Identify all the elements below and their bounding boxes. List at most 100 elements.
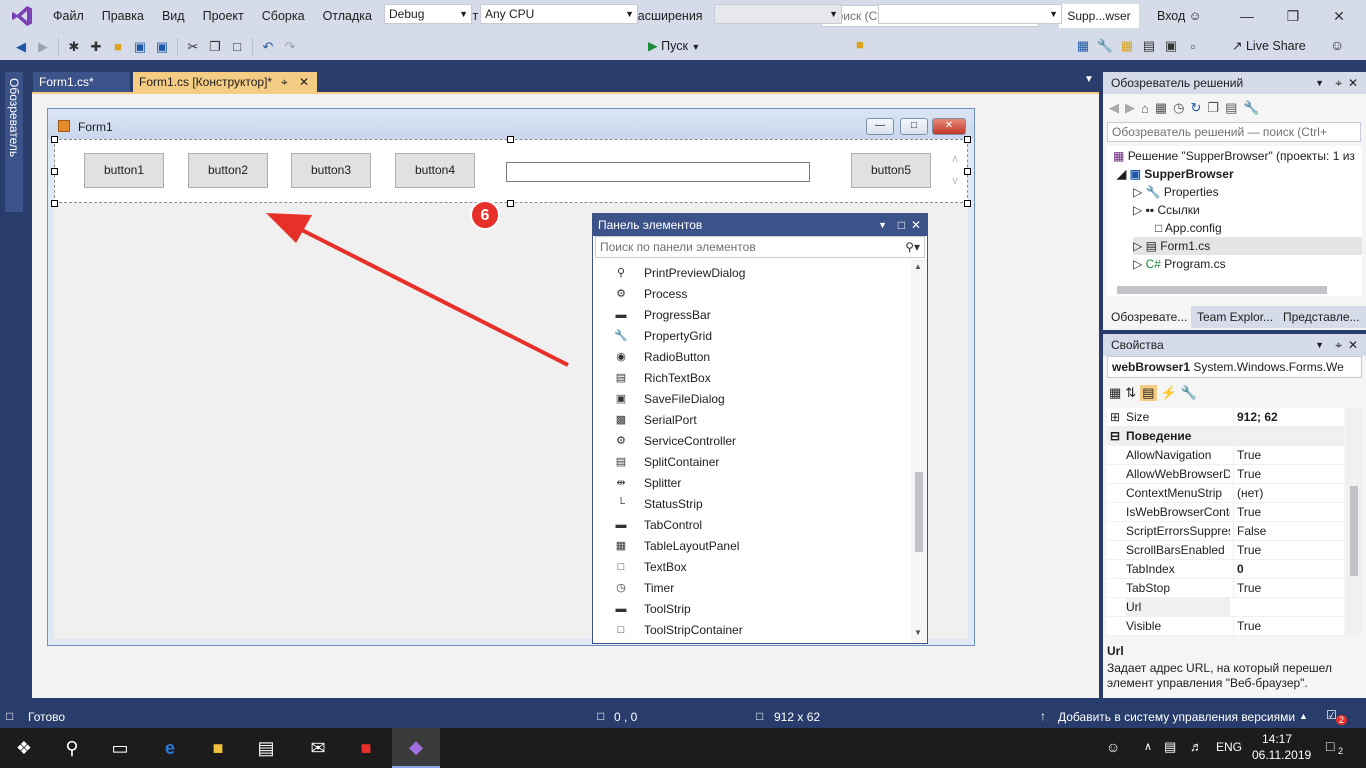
menu-item[interactable]: Проект (194, 0, 253, 32)
property-row[interactable]: ScriptErrorsSuppres False (1107, 522, 1344, 541)
url-textbox[interactable] (506, 162, 810, 182)
close-window-button[interactable]: ✕ (1316, 0, 1362, 32)
properties-view-icon[interactable]: ▤ (1140, 385, 1157, 401)
pin-icon[interactable]: ⌖ (1335, 72, 1342, 94)
close-icon[interactable]: ✕ (911, 214, 921, 236)
button1[interactable]: button1 (84, 153, 164, 188)
properties-wrench-icon[interactable]: 🔧 (1094, 35, 1116, 57)
store-icon[interactable]: ▤ (242, 728, 290, 768)
property-category[interactable]: ⊟ Поведение (1107, 427, 1344, 446)
toolbox-item[interactable]: □ TextBox (593, 556, 911, 577)
resize-handle[interactable] (964, 168, 971, 175)
tree-item-program[interactable]: ▷ C# Program.cs (1133, 255, 1226, 273)
toolbox-item[interactable]: ◉ RadioButton (593, 346, 911, 367)
undo-icon[interactable]: ↶ (257, 36, 279, 58)
refresh-icon[interactable]: ↻ (1191, 100, 1202, 116)
close-icon[interactable]: ✕ (1348, 334, 1358, 356)
tab-list-dropdown-icon[interactable]: ▼ (1084, 74, 1094, 85)
toolbox-item[interactable]: ⇹ Splitter (593, 472, 911, 493)
resize-handle[interactable] (51, 168, 58, 175)
source-control-button[interactable]: Добавить в систему управления версиями (1058, 710, 1295, 724)
tree-item-project[interactable]: ◢ ▣ SupperBrowser (1117, 165, 1234, 183)
arrow-up-icon[interactable]: ↑ (1040, 709, 1046, 723)
server-explorer-tab[interactable]: Обозреватель серверов (0, 72, 23, 212)
close-icon[interactable]: ✕ (1348, 72, 1358, 94)
toolbox-item[interactable]: ⚙ Process (593, 283, 911, 304)
toolbox-scrollbar[interactable]: ▲ ▼ (911, 260, 927, 642)
button5[interactable]: button5 (851, 153, 931, 188)
solution-platform-select[interactable]: Any CPU ▼ (480, 4, 638, 24)
collapse-all-icon[interactable]: ❐ (1207, 100, 1219, 116)
properties-object-select[interactable]: webBrowser1 System.Windows.Forms.We (1107, 356, 1362, 378)
solution-explorer-title-bar[interactable]: Обозреватель решений ▼ ⌖ ✕ (1103, 72, 1366, 94)
pin-icon[interactable]: ⌖ (1335, 334, 1342, 356)
toolbox-item[interactable]: └ StatusStrip (593, 493, 911, 514)
chevron-down-icon[interactable]: ▼ (1315, 72, 1324, 94)
toolbox-title-bar[interactable]: Панель элементов ▼ □ ✕ (593, 214, 927, 236)
chevron-up-icon[interactable]: ▲ (1299, 711, 1308, 721)
paste-icon[interactable]: □ (226, 36, 248, 58)
file-explorer-icon[interactable]: ■ (194, 728, 242, 768)
collapse-icon[interactable]: ⊟ (1110, 427, 1120, 446)
alphabetical-icon[interactable]: ⇅ (1125, 385, 1136, 401)
property-row[interactable]: IsWebBrowserConte True (1107, 503, 1344, 522)
tab-form1-designer[interactable]: Form1.cs [Конструктор]* ⌖ ✕ (133, 72, 317, 92)
input-language[interactable]: ENG (1216, 740, 1242, 754)
minimize-window-button[interactable]: — (1224, 0, 1270, 32)
property-row[interactable]: AllowNavigation True (1107, 446, 1344, 465)
add-item-icon[interactable]: ✚ (85, 36, 107, 58)
close-tab-icon[interactable]: ✕ (299, 72, 309, 92)
find-combo[interactable]: ▼ (878, 4, 1062, 24)
property-pages-icon[interactable]: 🔧 (1181, 385, 1197, 401)
categorized-icon[interactable]: ▦ (1109, 385, 1121, 401)
object-browser-icon[interactable]: ▦ (1116, 35, 1138, 57)
chevron-down-icon[interactable]: ▼ (878, 214, 887, 236)
scrollbar-thumb[interactable] (1350, 486, 1358, 576)
resize-handle[interactable] (507, 136, 514, 143)
mail-icon[interactable]: ✉ (294, 728, 342, 768)
search-icon[interactable]: ⚲ (48, 728, 96, 768)
toolbox-item[interactable]: ▬ ToolStrip (593, 598, 911, 619)
toolbox-item[interactable]: ◷ Timer (593, 577, 911, 598)
show-all-files-icon[interactable]: ▤ (1225, 100, 1237, 116)
toolbox-item[interactable]: ▤ RichTextBox (593, 367, 911, 388)
menu-item[interactable]: Правка (93, 0, 153, 32)
tree-item-appconfig[interactable]: □ App.config (1155, 219, 1222, 237)
new-project-icon[interactable]: ✱ (63, 36, 85, 58)
scrollbar-thumb[interactable] (915, 472, 923, 552)
tree-item-references[interactable]: ▷ ▪▪ Ссылки (1133, 201, 1200, 219)
toolbox-item[interactable]: ▩ SerialPort (593, 409, 911, 430)
visual-studio-taskbar-icon[interactable]: ◆ (392, 728, 440, 768)
toolbox-item[interactable]: ▤ SplitContainer (593, 451, 911, 472)
search-icon[interactable]: ⚲▾ (905, 237, 920, 257)
save-all-icon[interactable]: ▣ (151, 36, 173, 58)
events-icon[interactable]: ⚡ (1161, 385, 1177, 401)
resize-handle[interactable] (964, 136, 971, 143)
find-in-files-icon[interactable]: ■ (856, 37, 864, 52)
clock-time[interactable]: 14:17 (1262, 732, 1292, 746)
property-value[interactable]: 0 (1233, 560, 1343, 579)
resize-handle[interactable] (964, 200, 971, 207)
copy-icon[interactable]: ❐ (204, 36, 226, 58)
toolbox-item[interactable]: ▬ ProgressBar (593, 304, 911, 325)
restore-window-button[interactable]: ❐ (1270, 0, 1316, 32)
clock-date[interactable]: 06.11.2019 (1252, 748, 1311, 762)
solution-explorer-search-input[interactable]: Обозреватель решений — поиск (Ctrl+ (1107, 122, 1361, 142)
button3[interactable]: button3 (291, 153, 371, 188)
back-icon[interactable]: ◀ (10, 36, 32, 58)
forward-icon[interactable]: ▶ (32, 36, 54, 58)
visual-studio-logo-icon[interactable] (0, 0, 44, 32)
toolbox-item[interactable]: ⚙ ServiceController (593, 430, 911, 451)
toolbox-item[interactable]: ▣ SaveFileDialog (593, 388, 911, 409)
save-icon[interactable]: ▣ (129, 36, 151, 58)
solution-explorer-icon[interactable]: ▦ (1072, 35, 1094, 57)
tab-form1-cs[interactable]: Form1.cs* (33, 72, 130, 92)
tab-class-view[interactable]: Представле... (1279, 306, 1365, 328)
expand-icon[interactable]: ⊞ (1110, 408, 1120, 427)
property-value[interactable]: True (1233, 503, 1343, 522)
layout-icon[interactable]: ▣ (1160, 35, 1182, 57)
properties-scrollbar[interactable] (1346, 408, 1362, 636)
tab-solution-explorer[interactable]: Обозревате... (1107, 306, 1191, 328)
property-value[interactable]: True (1233, 617, 1343, 636)
toolbox-item[interactable]: □ ToolStripContainer (593, 619, 911, 640)
